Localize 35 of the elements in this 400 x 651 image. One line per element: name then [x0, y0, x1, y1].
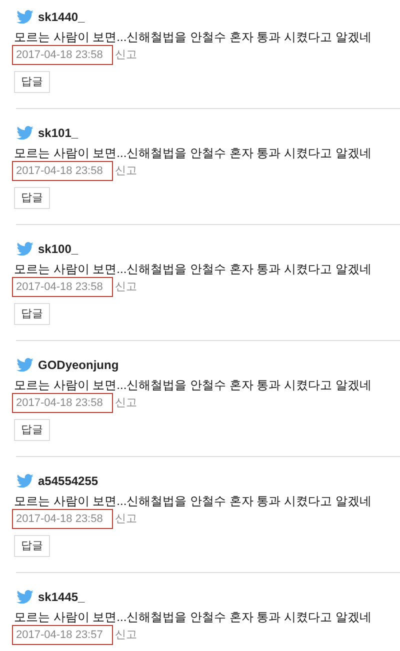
username[interactable]: GODyeonjung [38, 356, 119, 374]
bird-icon [16, 474, 34, 488]
comment-text: 모르는 사람이 보면...신해철법을 안철수 혼자 통과 시켰다고 알겠네 [14, 145, 372, 161]
reply-button[interactable]: 답글 [14, 71, 50, 93]
comment-text: 모르는 사람이 보면...신해철법을 안철수 혼자 통과 시켰다고 알겠네 [14, 261, 372, 277]
username[interactable]: sk1440_ [38, 8, 85, 26]
reply-button[interactable]: 답글 [14, 535, 50, 557]
comment-date: 2017-04-18 23:58 [12, 161, 113, 181]
comment-date: 2017-04-18 23:58 [12, 509, 113, 529]
comment-date: 2017-04-18 23:58 [12, 45, 113, 65]
comment-text: 모르는 사람이 보면...신해철법을 안철수 혼자 통과 시켰다고 알겠네 [14, 377, 372, 393]
comment-text: 모르는 사람이 보면...신해철법을 안철수 혼자 통과 시켰다고 알겠네 [14, 493, 372, 509]
bird-icon [16, 590, 34, 604]
report-link[interactable]: 신고 [115, 394, 137, 412]
reply-button[interactable]: 답글 [14, 187, 50, 209]
bird-icon [16, 126, 34, 140]
report-link[interactable]: 신고 [115, 510, 137, 528]
report-link[interactable]: 신고 [115, 46, 137, 64]
reply-button[interactable]: 답글 [14, 419, 50, 441]
bird-icon [16, 10, 34, 24]
username[interactable]: sk101_ [38, 124, 78, 142]
username[interactable]: sk100_ [38, 240, 78, 258]
comment-text: 모르는 사람이 보면...신해철법을 안철수 혼자 통과 시켰다고 알겠네 [14, 609, 372, 625]
username[interactable]: a54554255 [38, 472, 98, 490]
username[interactable]: sk1445_ [38, 588, 85, 606]
bird-icon [16, 242, 34, 256]
report-link[interactable]: 신고 [115, 278, 137, 296]
comment-date: 2017-04-18 23:57 [12, 625, 113, 645]
comment-date: 2017-04-18 23:58 [12, 393, 113, 413]
reply-button[interactable]: 답글 [14, 303, 50, 325]
report-link[interactable]: 신고 [115, 162, 137, 180]
bird-icon [16, 358, 34, 372]
comment-date: 2017-04-18 23:58 [12, 277, 113, 297]
report-link[interactable]: 신고 [115, 626, 137, 644]
comment-text: 모르는 사람이 보면...신해철법을 안철수 혼자 통과 시켰다고 알겠네 [14, 29, 372, 45]
